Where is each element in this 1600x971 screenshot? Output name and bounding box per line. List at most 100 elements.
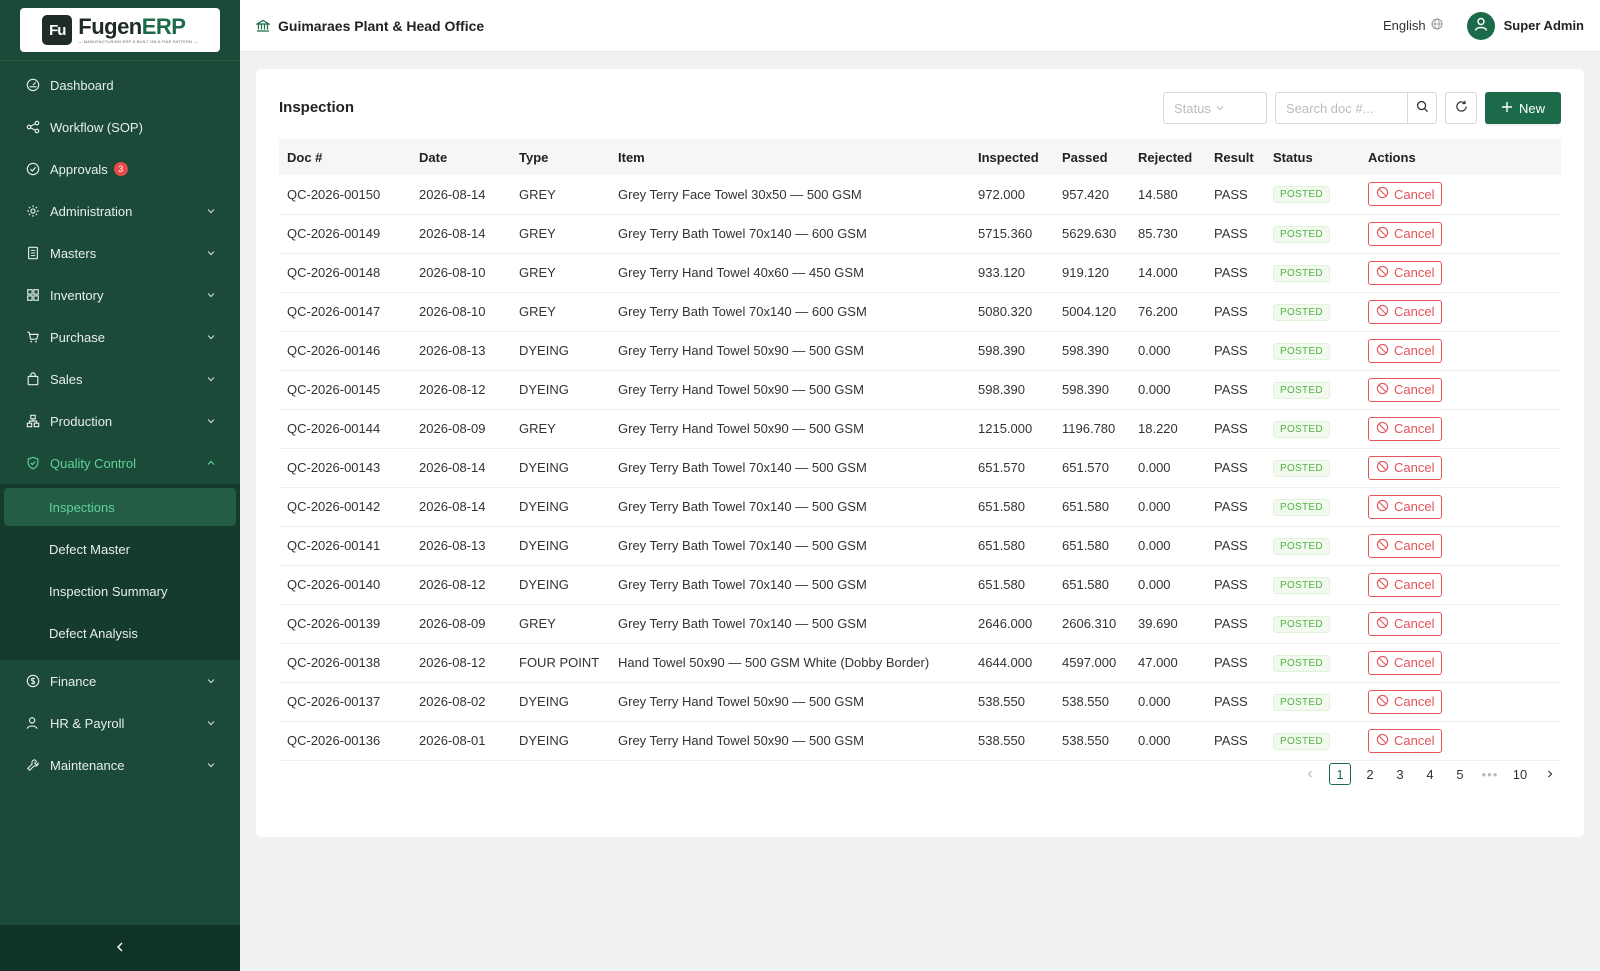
user-name: Super Admin <box>1503 18 1584 33</box>
book-icon <box>26 246 40 260</box>
cancel-button[interactable]: Cancel <box>1368 182 1443 207</box>
column-header-actions: Actions <box>1360 139 1561 175</box>
sidebar-subitem-defect-master[interactable]: Defect Master <box>4 530 236 568</box>
prev-page-button[interactable] <box>1299 763 1321 785</box>
sidebar-item-production[interactable]: Production <box>0 400 240 442</box>
column-header-date[interactable]: Date <box>411 139 511 175</box>
cancel-button[interactable]: Cancel <box>1368 533 1443 558</box>
sidebar-item-quality-control[interactable]: Quality Control <box>0 442 240 484</box>
sidebar-item-inventory[interactable]: Inventory <box>0 274 240 316</box>
cell-date: 2026-08-12 <box>411 643 511 683</box>
sidebar-subitem-inspections[interactable]: Inspections <box>4 488 236 526</box>
page-4-button[interactable]: 4 <box>1419 763 1441 785</box>
column-header-item[interactable]: Item <box>610 139 970 175</box>
page-10-button[interactable]: 10 <box>1509 763 1531 785</box>
cell-type: DYEING <box>511 721 610 761</box>
cancel-button[interactable]: Cancel <box>1368 455 1443 480</box>
cancel-button[interactable]: Cancel <box>1368 221 1443 246</box>
sidebar-item-hr-payroll[interactable]: HR & Payroll <box>0 702 240 744</box>
user-menu[interactable]: Super Admin <box>1466 11 1584 40</box>
cancel-button[interactable]: Cancel <box>1368 338 1443 363</box>
column-header-result[interactable]: Result <box>1206 139 1265 175</box>
table-header-row: Doc # Date Type Item Inspected Passed Re… <box>279 139 1561 175</box>
cell-item: Grey Terry Hand Towel 50x90 — 500 GSM <box>610 331 970 371</box>
cell-rejected: 14.580 <box>1130 175 1206 215</box>
column-header-status[interactable]: Status <box>1265 139 1360 175</box>
cancel-button[interactable]: Cancel <box>1368 572 1443 597</box>
sidebar-collapse-button[interactable] <box>0 925 240 971</box>
chevron-up-icon <box>206 458 216 468</box>
cell-item: Grey Terry Bath Towel 70x140 — 500 GSM <box>610 448 970 488</box>
sidebar-item-maintenance[interactable]: Maintenance <box>0 744 240 786</box>
sidebar-item-administration[interactable]: Administration <box>0 190 240 232</box>
cell-result: PASS <box>1206 409 1265 449</box>
sidebar-item-finance[interactable]: Finance <box>0 660 240 702</box>
page-3-button[interactable]: 3 <box>1389 763 1411 785</box>
sidebar-item-label: Quality Control <box>50 455 136 471</box>
sidebar-item-dashboard[interactable]: Dashboard <box>0 64 240 106</box>
column-header-doc[interactable]: Doc # <box>279 139 411 175</box>
column-header-rejected[interactable]: Rejected <box>1130 139 1206 175</box>
cancel-button[interactable]: Cancel <box>1368 728 1443 753</box>
table-row[interactable]: QC-2026-00144 2026-08-09 GREY Grey Terry Ha… <box>279 409 1561 449</box>
status-badge: POSTED <box>1273 264 1330 282</box>
table-row[interactable]: QC-2026-00140 2026-08-12 DYEING Grey Terry … <box>279 565 1561 605</box>
table-row[interactable]: QC-2026-00139 2026-08-09 GREY Grey Terry Ba… <box>279 604 1561 644</box>
table-row[interactable]: QC-2026-00145 2026-08-12 DYEING Grey Terry … <box>279 370 1561 410</box>
cell-passed: 919.120 <box>1054 253 1130 293</box>
cell-rejected: 0.000 <box>1130 565 1206 605</box>
table-row[interactable]: QC-2026-00147 2026-08-10 GREY Grey Terry Ba… <box>279 292 1561 332</box>
cancel-button[interactable]: Cancel <box>1368 416 1443 441</box>
cancel-button[interactable]: Cancel <box>1368 377 1443 402</box>
sidebar-item-approvals[interactable]: Approvals 3 <box>0 148 240 190</box>
cancel-button[interactable]: Cancel <box>1368 299 1443 324</box>
cancel-button[interactable]: Cancel <box>1368 689 1443 714</box>
cell-rejected: 0.000 <box>1130 448 1206 488</box>
column-header-inspected[interactable]: Inspected <box>970 139 1054 175</box>
chevron-left-icon <box>1305 767 1315 782</box>
search-input[interactable] <box>1275 92 1407 124</box>
pagination-ellipsis[interactable]: ••• <box>1479 763 1501 785</box>
table-row[interactable]: QC-2026-00150 2026-08-14 GREY Grey Terry Fa… <box>279 175 1561 215</box>
organization-name[interactable]: Guimaraes Plant & Head Office <box>278 18 1383 34</box>
table-row[interactable]: QC-2026-00148 2026-08-10 GREY Grey Terry Ha… <box>279 253 1561 293</box>
new-button[interactable]: New <box>1485 92 1561 124</box>
app-logo[interactable]: Fu FugenERP — MANUFACTURING ERP & BUILT … <box>20 8 220 52</box>
table-row[interactable]: QC-2026-00142 2026-08-14 DYEING Grey Terry … <box>279 487 1561 527</box>
cancel-button[interactable]: Cancel <box>1368 494 1443 519</box>
refresh-button[interactable] <box>1445 92 1477 124</box>
table-row[interactable]: QC-2026-00138 2026-08-12 FOUR POINT Hand To… <box>279 643 1561 683</box>
sidebar-subitem-defect-analysis[interactable]: Defect Analysis <box>4 614 236 652</box>
cancel-button[interactable]: Cancel <box>1368 260 1443 285</box>
table-row[interactable]: QC-2026-00136 2026-08-01 DYEING Grey Terry … <box>279 721 1561 761</box>
cancel-button[interactable]: Cancel <box>1368 611 1443 636</box>
next-page-button[interactable] <box>1539 763 1561 785</box>
sidebar-item-workflow[interactable]: Workflow (SOP) <box>0 106 240 148</box>
stop-icon <box>1376 186 1389 202</box>
status-filter-select[interactable]: Status <box>1163 92 1267 124</box>
column-header-passed[interactable]: Passed <box>1054 139 1130 175</box>
sidebar-item-sales[interactable]: Sales <box>0 358 240 400</box>
table-row[interactable]: QC-2026-00137 2026-08-02 DYEING Grey Terry … <box>279 682 1561 722</box>
cell-type: DYEING <box>511 448 610 488</box>
user-icon <box>26 716 40 730</box>
column-header-type[interactable]: Type <box>511 139 610 175</box>
page-1-button[interactable]: 1 <box>1329 763 1351 785</box>
sidebar-item-masters[interactable]: Masters <box>0 232 240 274</box>
page-5-button[interactable]: 5 <box>1449 763 1471 785</box>
sidebar-item-purchase[interactable]: Purchase <box>0 316 240 358</box>
table-row[interactable]: QC-2026-00146 2026-08-13 DYEING Grey Terry … <box>279 331 1561 371</box>
table-row[interactable]: QC-2026-00143 2026-08-14 DYEING Grey Terry … <box>279 448 1561 488</box>
cancel-button-label: Cancel <box>1394 460 1435 475</box>
sidebar-subitem-inspection-summary[interactable]: Inspection Summary <box>4 572 236 610</box>
language-selector[interactable]: English <box>1383 18 1443 33</box>
table-row[interactable]: QC-2026-00141 2026-08-13 DYEING Grey Terry … <box>279 526 1561 566</box>
cell-passed: 4597.000 <box>1054 643 1130 683</box>
page-2-button[interactable]: 2 <box>1359 763 1381 785</box>
cancel-button[interactable]: Cancel <box>1368 650 1443 675</box>
stop-icon <box>1376 655 1389 671</box>
table-row[interactable]: QC-2026-00149 2026-08-14 GREY Grey Terry Ba… <box>279 214 1561 254</box>
cell-date: 2026-08-13 <box>411 526 511 566</box>
search-button[interactable] <box>1407 92 1437 124</box>
cell-actions: Cancel <box>1360 643 1561 683</box>
